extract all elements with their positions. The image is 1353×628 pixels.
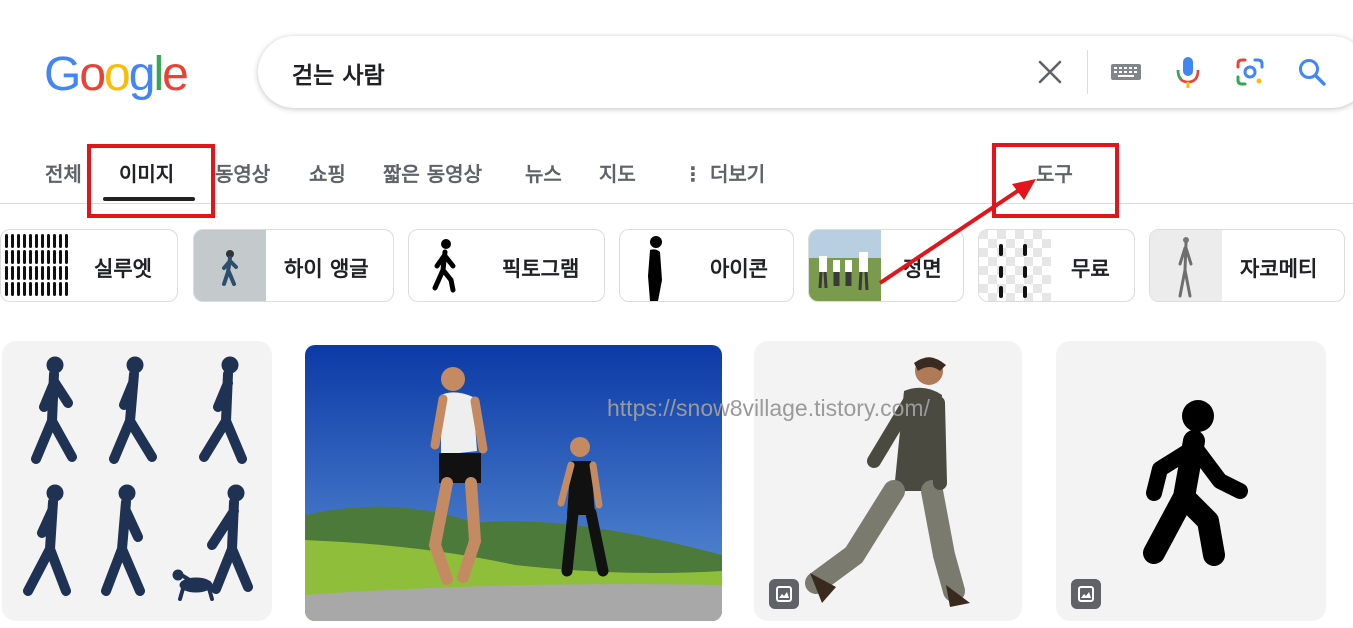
search-icon[interactable]	[1292, 52, 1332, 92]
image-result[interactable]	[754, 341, 1022, 621]
chip-icon[interactable]: 아이콘	[619, 229, 794, 302]
tab-short-videos[interactable]: 짧은 동영상	[383, 158, 482, 187]
highlight-box-tools	[992, 143, 1119, 218]
chip-giacometti[interactable]: 자코메티	[1149, 229, 1345, 302]
chip-thumbnail	[809, 230, 881, 301]
walkers-photo	[305, 345, 722, 621]
image-result[interactable]	[1056, 341, 1326, 621]
chip-label: 하이 앵글	[284, 257, 369, 281]
tab-maps[interactable]: 지도	[599, 158, 636, 187]
chip-label: 실루엣	[94, 257, 152, 281]
silhouettes-image	[23, 356, 253, 601]
tab-shopping[interactable]: 쇼핑	[309, 158, 346, 187]
chip-thumbnail	[1, 230, 73, 301]
chip-thumbnail	[979, 230, 1051, 301]
close-icon[interactable]	[1030, 52, 1070, 92]
chip-label: 정면	[903, 257, 942, 281]
search-divider	[1087, 50, 1088, 94]
image-type-icon	[1071, 579, 1101, 609]
image-result[interactable]	[305, 345, 722, 621]
tab-all[interactable]: 전체	[45, 158, 82, 187]
chip-high-angle[interactable]: 하이 앵글	[193, 229, 394, 302]
chip-label: 아이콘	[710, 257, 768, 281]
search-box[interactable]: 걷는 사람	[258, 36, 1353, 108]
watermark-text: https://snow8village.tistory.com/	[607, 395, 930, 421]
chip-label: 무료	[1071, 257, 1110, 281]
chip-front[interactable]: 정면	[808, 229, 964, 302]
chip-pictogram[interactable]: 픽토그램	[408, 229, 605, 302]
chip-free[interactable]: 무료	[978, 229, 1135, 302]
keyboard-icon[interactable]	[1106, 52, 1146, 92]
tab-videos[interactable]: 동영상	[215, 158, 270, 187]
chip-thumbnail	[1150, 230, 1222, 301]
highlight-box-images-tab	[87, 144, 215, 218]
search-input[interactable]: 걷는 사람	[292, 56, 385, 90]
chip-label: 자코메티	[1240, 257, 1318, 281]
tab-more[interactable]: ⋮ 더보기	[683, 158, 765, 187]
chip-thumbnail	[409, 230, 481, 301]
image-type-icon	[769, 579, 799, 609]
chip-label: 픽토그램	[502, 257, 580, 281]
chip-thumbnail	[194, 230, 266, 301]
microphone-icon[interactable]	[1168, 52, 1208, 92]
google-logo[interactable]: Google	[44, 47, 189, 103]
chip-silhouette[interactable]: 실루엣	[0, 229, 178, 302]
tab-news[interactable]: 뉴스	[525, 158, 562, 187]
google-lens-icon[interactable]	[1230, 52, 1270, 92]
image-result[interactable]	[2, 341, 272, 621]
chip-thumbnail	[620, 230, 692, 301]
